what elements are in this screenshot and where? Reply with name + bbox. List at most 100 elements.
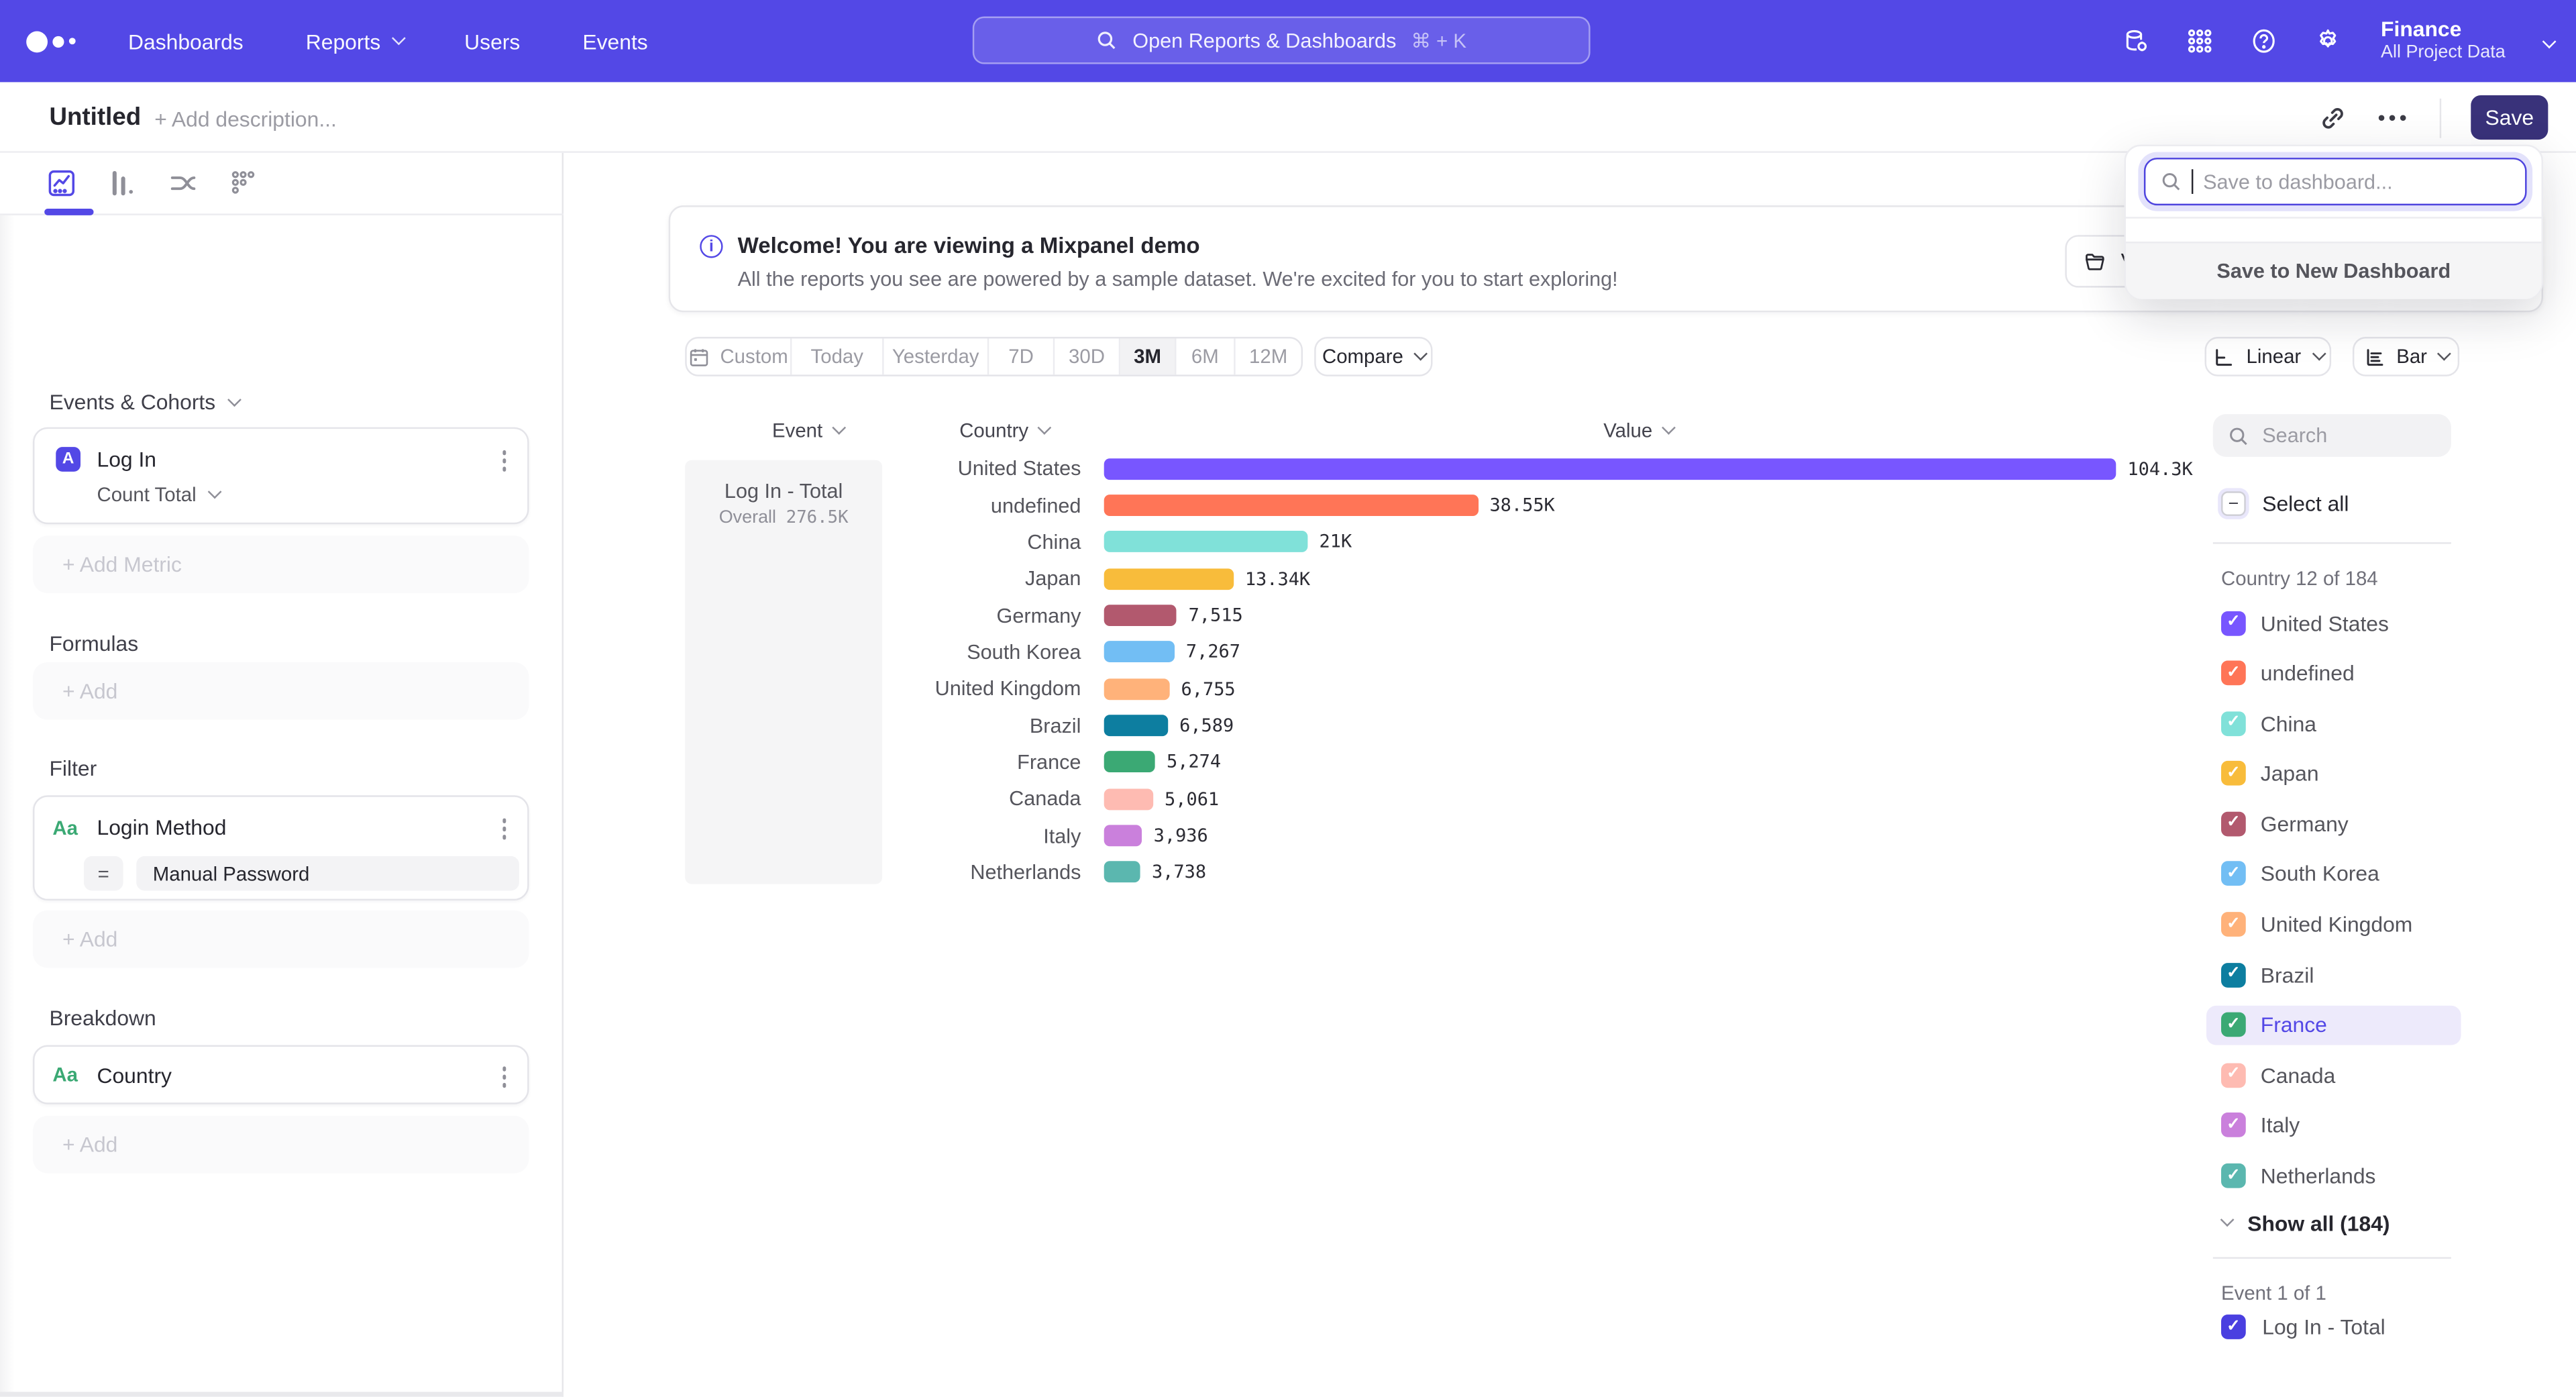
checkbox-checked-icon[interactable]: ✓: [2221, 811, 2246, 836]
project-chevron-down-icon[interactable]: [2542, 35, 2557, 49]
legend-country-row[interactable]: ✓ undefined: [2206, 654, 2461, 693]
chart-bar[interactable]: [1104, 458, 2116, 479]
events-cohorts-section-label[interactable]: Events & Cohorts: [49, 389, 238, 414]
metric-event-name[interactable]: Log In: [97, 447, 156, 472]
nav-reports[interactable]: Reports: [306, 29, 402, 54]
checkbox-checked-icon[interactable]: ✓: [2221, 711, 2246, 736]
legend-country-label: Brazil: [2261, 962, 2314, 987]
compare-button[interactable]: Compare: [1314, 337, 1432, 376]
chart-bar[interactable]: [1104, 568, 1234, 590]
add-metric-button[interactable]: + Add Metric: [33, 535, 529, 593]
filter-property-name[interactable]: Login Method: [97, 815, 226, 840]
range-6m[interactable]: 6M: [1176, 338, 1235, 374]
save-button[interactable]: Save: [2471, 95, 2548, 140]
metric-kebab-icon[interactable]: [498, 447, 509, 474]
legend-country-row[interactable]: ✓ Italy: [2206, 1106, 2461, 1145]
legend-country-row[interactable]: ✓ United States: [2206, 603, 2461, 643]
metric-card[interactable]: A Log In Count Total: [33, 427, 529, 524]
checkbox-checked-icon[interactable]: ✓: [2221, 1314, 2246, 1339]
legend-country-row[interactable]: ✓ Canada: [2206, 1055, 2461, 1095]
chart-bar[interactable]: [1104, 788, 1153, 810]
tab-funnels[interactable]: [102, 164, 142, 203]
chart-bar[interactable]: [1104, 862, 1140, 883]
event-series-cell[interactable]: Log In - Total Overall 276.5K: [685, 460, 882, 884]
chart-bar[interactable]: [1104, 641, 1175, 663]
checkbox-checked-icon[interactable]: ✓: [2221, 1113, 2246, 1138]
tab-insights[interactable]: [41, 164, 80, 203]
chart-type-button[interactable]: Bar: [2353, 337, 2459, 376]
checkbox-checked-icon[interactable]: ✓: [2221, 611, 2246, 635]
nav-dashboards[interactable]: Dashboards: [128, 29, 244, 54]
legend-country-row[interactable]: ✓ South Korea: [2206, 854, 2461, 894]
country-column-header[interactable]: Country: [959, 419, 1048, 442]
breakdown-kebab-icon[interactable]: [498, 1063, 509, 1090]
legend-country-row[interactable]: ✓ Japan: [2206, 754, 2461, 794]
save-to-new-dashboard-button[interactable]: Save to New Dashboard: [2126, 242, 2542, 299]
global-search-input[interactable]: Open Reports & Dashboards ⌘ + K: [973, 16, 1591, 64]
legend-search-input[interactable]: Search: [2213, 414, 2451, 457]
range-custom[interactable]: Custom: [687, 338, 792, 374]
chart-bar[interactable]: [1104, 752, 1155, 773]
checkbox-checked-icon[interactable]: ✓: [2221, 962, 2246, 987]
tab-retention[interactable]: [223, 164, 263, 203]
sidebar-scrollbar[interactable]: [0, 1392, 564, 1396]
save-to-dashboard-input[interactable]: Save to dashboard...: [2144, 158, 2527, 205]
checkbox-checked-icon[interactable]: ✓: [2221, 912, 2246, 937]
mixpanel-logo-icon[interactable]: [26, 30, 82, 52]
value-column-header[interactable]: Value: [1603, 419, 1672, 442]
chart-bar[interactable]: [1104, 531, 1308, 553]
report-title[interactable]: Untitled: [49, 103, 141, 132]
settings-gear-icon[interactable]: [2314, 26, 2343, 56]
apps-grid-icon[interactable]: [2186, 26, 2215, 56]
breakdown-card[interactable]: Aa Country: [33, 1045, 529, 1104]
range-3m[interactable]: 3M: [1120, 338, 1176, 374]
tab-flows[interactable]: [162, 164, 202, 203]
chart-bar[interactable]: [1104, 825, 1142, 847]
checkbox-checked-icon[interactable]: ✓: [2221, 1063, 2246, 1088]
range-30d[interactable]: 30D: [1055, 338, 1120, 374]
legend-country-row[interactable]: ✓ France: [2206, 1005, 2461, 1045]
scale-selector-button[interactable]: Linear: [2205, 337, 2332, 376]
filter-card[interactable]: Aa Login Method = Manual Password: [33, 795, 529, 900]
data-management-icon[interactable]: [2121, 26, 2151, 56]
more-options-icon[interactable]: •••: [2378, 105, 2410, 130]
add-formula-button[interactable]: + Add: [33, 662, 529, 720]
add-filter-button[interactable]: + Add: [33, 911, 529, 968]
range-12m[interactable]: 12M: [1236, 338, 1301, 374]
chart-bar[interactable]: [1104, 715, 1168, 736]
chart-bar[interactable]: [1104, 605, 1177, 626]
legend-event-row[interactable]: ✓ Log In - Total: [2221, 1314, 2385, 1339]
copy-link-icon[interactable]: [2318, 103, 2348, 132]
legend-country-row[interactable]: ✓ Brazil: [2206, 955, 2461, 994]
checkbox-checked-icon[interactable]: ✓: [2221, 661, 2246, 686]
checkbox-checked-icon[interactable]: ✓: [2221, 862, 2246, 886]
legend-country-row[interactable]: ✓ Germany: [2206, 804, 2461, 843]
checkbox-checked-icon[interactable]: ✓: [2221, 1163, 2246, 1188]
chart-row: United Kingdom 6,755: [892, 670, 2206, 707]
nav-events[interactable]: Events: [582, 29, 647, 54]
nav-users[interactable]: Users: [464, 29, 520, 54]
legend-country-row[interactable]: ✓ Netherlands: [2206, 1156, 2461, 1196]
breakdown-property-name[interactable]: Country: [97, 1063, 172, 1088]
project-selector[interactable]: Finance All Project Data: [2381, 16, 2506, 65]
checkbox-indeterminate-icon[interactable]: −: [2221, 491, 2246, 516]
select-all-row[interactable]: − Select all: [2221, 491, 2349, 516]
add-description[interactable]: + Add description...: [154, 107, 337, 132]
show-all-button[interactable]: Show all (184): [2221, 1211, 2390, 1236]
event-column-header[interactable]: Event: [772, 419, 843, 442]
filter-value[interactable]: Manual Password: [136, 856, 519, 890]
chart-bar[interactable]: [1104, 495, 1479, 516]
help-icon[interactable]: [2249, 26, 2279, 56]
filter-kebab-icon[interactable]: [498, 815, 509, 842]
filter-operator[interactable]: =: [84, 856, 123, 890]
checkbox-checked-icon[interactable]: ✓: [2221, 1013, 2246, 1037]
legend-country-row[interactable]: ✓ United Kingdom: [2206, 904, 2461, 944]
checkbox-checked-icon[interactable]: ✓: [2221, 762, 2246, 786]
add-breakdown-button[interactable]: + Add: [33, 1116, 529, 1174]
chart-bar[interactable]: [1104, 678, 1170, 700]
range-yesterday[interactable]: Yesterday: [884, 338, 989, 374]
metric-aggregation[interactable]: Count Total: [97, 483, 217, 506]
legend-country-row[interactable]: ✓ China: [2206, 704, 2461, 743]
range-7d[interactable]: 7D: [989, 338, 1055, 374]
range-today[interactable]: Today: [792, 338, 883, 374]
